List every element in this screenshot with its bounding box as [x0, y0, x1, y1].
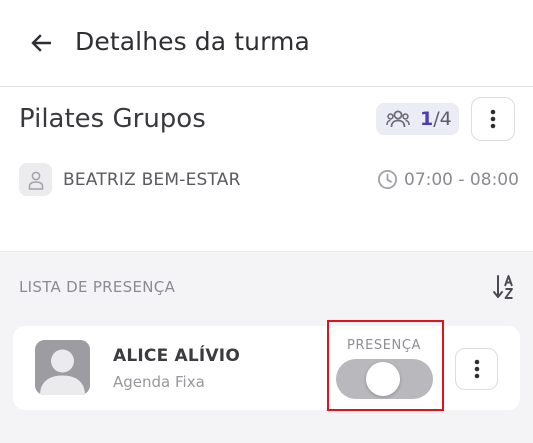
- student-more-button[interactable]: [455, 348, 498, 390]
- sort-alpha-az-icon: [493, 275, 513, 299]
- student-name: ALICE ALÍVIO: [113, 346, 240, 366]
- avatar-placeholder-icon: [35, 340, 90, 395]
- student-avatar: [35, 340, 90, 395]
- instructor-name: BEATRIZ BEM-ESTAR: [63, 170, 241, 190]
- occupancy-current: 1: [420, 108, 434, 130]
- clock-icon: [377, 169, 398, 190]
- class-name: Pilates Grupos: [19, 104, 206, 134]
- occupancy-capacity: 4: [439, 108, 452, 130]
- group-icon: [386, 110, 410, 128]
- instructor-avatar: [19, 163, 52, 196]
- time-range: 07:00 - 08:00: [404, 169, 519, 190]
- attendance-list-title: LISTA DE PRESENÇA: [19, 278, 176, 296]
- more-vertical-icon: [490, 109, 496, 129]
- arrow-left-icon: [31, 34, 51, 52]
- user-icon: [28, 171, 43, 190]
- more-vertical-icon: [474, 359, 479, 379]
- page-title: Detalhes da turma: [75, 27, 310, 56]
- app-header: Detalhes da turma: [0, 0, 533, 87]
- sort-button[interactable]: [492, 273, 518, 301]
- back-button[interactable]: [28, 31, 54, 55]
- presence-toggle[interactable]: [336, 359, 433, 399]
- occupancy-count: 1/4: [420, 108, 452, 130]
- student-schedule-type: Agenda Fixa: [113, 373, 205, 391]
- presence-label: PRESENÇA: [347, 338, 422, 353]
- class-time: 07:00 - 08:00: [377, 169, 519, 190]
- occupancy-badge: 1/4: [376, 103, 459, 135]
- toggle-knob: [366, 362, 400, 396]
- class-more-button[interactable]: [471, 97, 515, 141]
